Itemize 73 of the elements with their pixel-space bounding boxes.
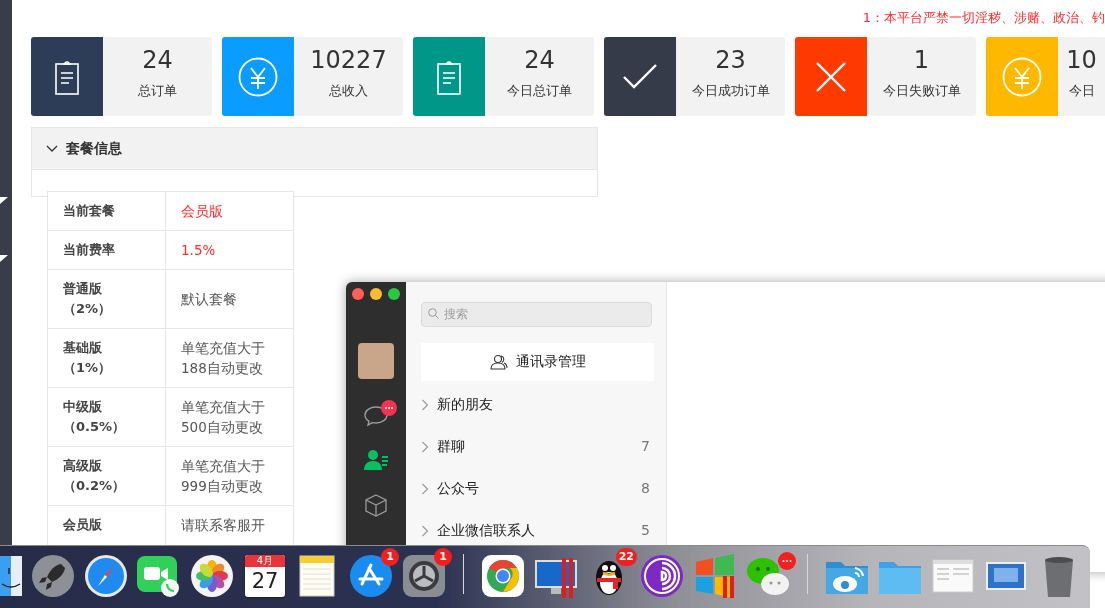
contact-group-label: 企业微信联系人 — [437, 521, 535, 540]
contact-group-row[interactable]: 企业微信联系人 5 — [421, 515, 652, 546]
stat-value: 23 — [714, 45, 747, 75]
contact-count: 7 — [641, 437, 650, 456]
table-cell: 默认套餐 — [165, 269, 294, 329]
chevron-right-icon — [421, 440, 429, 453]
stat-value: 24 — [523, 45, 556, 75]
compass-icon[interactable] — [84, 554, 128, 598]
warning-notice: 1：本平台严禁一切淫秽、涉赌、政治、钓 — [861, 9, 1105, 27]
onion-icon[interactable] — [640, 554, 684, 598]
chevron-right-icon — [421, 524, 429, 537]
table-cell: 基础版（1%） — [47, 328, 166, 388]
stat-label: 今日总订单 — [506, 82, 573, 100]
manage-contacts-button[interactable]: 通讯录管理 — [421, 342, 654, 381]
chevron-right-icon — [421, 398, 429, 411]
yen-icon — [238, 56, 278, 97]
rocket-icon[interactable] — [31, 554, 75, 598]
zoom-button[interactable] — [388, 288, 400, 300]
stat-label: 总订单 — [137, 82, 178, 100]
notification-badge: 1 — [434, 548, 452, 566]
chat-bubble-icon[interactable] — [363, 403, 389, 428]
close-button[interactable] — [352, 288, 364, 300]
chevron-right-icon — [421, 482, 429, 495]
table-cell: 普通版（2%） — [47, 269, 166, 329]
contact-group-row[interactable]: 公众号 8 — [421, 473, 652, 504]
yen-icon — [1002, 56, 1042, 97]
table-cell: 高级版（0.2%） — [47, 446, 166, 506]
stat-value: 1 — [912, 45, 931, 75]
contacts-icon[interactable] — [363, 448, 389, 472]
notification-badge: 22 — [615, 548, 637, 566]
contact-group-row[interactable]: 新的朋友 — [421, 389, 652, 420]
calendar-icon[interactable]: 4月 27 — [245, 555, 285, 597]
table-cell: 中级版（0.5%） — [47, 387, 166, 447]
stat-label: 今日成功订单 — [690, 82, 771, 100]
table-cell: 1.5% — [165, 230, 294, 270]
contact-group-label: 群聊 — [437, 437, 465, 456]
clipboard-icon — [437, 58, 461, 95]
flower-icon[interactable] — [190, 554, 234, 598]
contact-group-label: 新的朋友 — [437, 395, 493, 414]
calendar-day: 27 — [245, 567, 285, 596]
app-store-icon[interactable] — [349, 554, 393, 598]
video-camera-icon[interactable] — [137, 554, 181, 598]
stat-value: 10 — [1065, 45, 1098, 75]
panel-title: 套餐信息 — [66, 139, 122, 158]
panel-header[interactable]: 套餐信息 — [32, 128, 597, 170]
search-field[interactable]: 搜索 — [421, 301, 652, 327]
contact-group-label: 公众号 — [437, 479, 479, 498]
stat-label: 今日失败订单 — [881, 82, 962, 100]
contact-count: 5 — [641, 521, 650, 540]
cube-icon[interactable] — [363, 492, 389, 517]
notification-badge: 1 — [381, 548, 399, 566]
table-cell: 单笔充值大于999自动更改 — [165, 446, 294, 506]
gear-icon[interactable] — [402, 554, 446, 598]
caret-icon[interactable] — [0, 196, 8, 205]
contact-count: 8 — [641, 479, 650, 498]
finder-face-icon[interactable] — [0, 554, 22, 598]
calendar-month: 4月 — [245, 555, 285, 567]
clipboard-icon — [55, 58, 79, 95]
contact-group-row[interactable]: 群聊 7 — [421, 431, 652, 462]
caret-icon[interactable] — [0, 254, 8, 263]
stat-label: 总收入 — [328, 82, 369, 100]
stat-value: 24 — [141, 45, 174, 75]
stat-value: 10227 — [309, 45, 388, 75]
people-icon — [489, 353, 508, 370]
table-cell: 单笔充值大于500自动更改 — [165, 387, 294, 447]
table-cell: 当前套餐 — [47, 191, 166, 231]
stat-label: 今日 — [1067, 82, 1096, 100]
table-cell: 单笔充值大于188自动更改 — [165, 328, 294, 388]
minimize-button[interactable] — [370, 288, 382, 300]
chrome-browser-icon[interactable] — [481, 554, 525, 598]
table-cell: 会员版 — [165, 191, 294, 231]
table-cell: 当前费率 — [47, 230, 166, 270]
windows-logo-icon[interactable] — [693, 554, 737, 598]
